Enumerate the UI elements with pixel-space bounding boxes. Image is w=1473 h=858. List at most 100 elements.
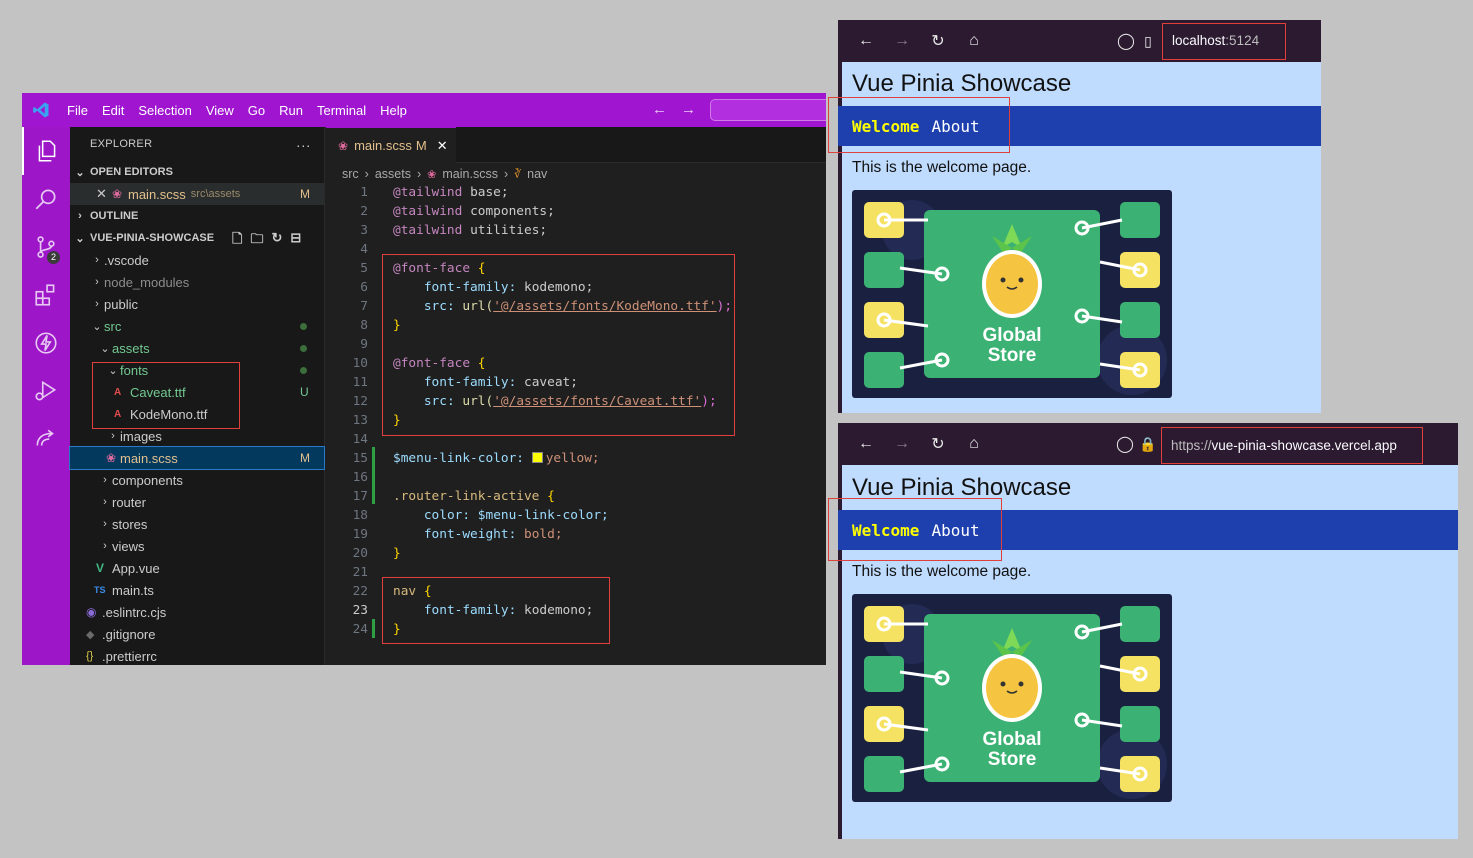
tree-item[interactable]: › stores: [70, 513, 324, 535]
url-host: vue-pinia-showcase.vercel.app: [1211, 437, 1397, 453]
menu-go[interactable]: Go: [241, 103, 272, 118]
tree-label: router: [112, 494, 146, 510]
nav-link-welcome[interactable]: Welcome: [852, 521, 919, 540]
tree-item[interactable]: › router: [70, 491, 324, 513]
breadcrumb-item[interactable]: assets: [375, 167, 411, 181]
code-token: color:: [423, 508, 471, 523]
code-line: font-weight: bold;: [393, 527, 563, 542]
chevron-right-icon: ›: [95, 276, 99, 288]
tree-item[interactable]: › .vscode: [70, 249, 324, 271]
close-icon[interactable]: ✕: [437, 138, 448, 154]
home-icon[interactable]: ⌂: [956, 435, 992, 453]
nav-link-welcome[interactable]: Welcome: [852, 117, 919, 136]
tree-item-selected[interactable]: ❀ main.scss M: [69, 446, 325, 470]
line-number: 13: [352, 413, 368, 428]
vscode-logo-icon: [22, 93, 60, 127]
code-token: nav: [393, 584, 417, 599]
tree-item[interactable]: ⌄ assets: [70, 337, 324, 359]
tree-item[interactable]: V App.vue: [70, 557, 324, 579]
home-icon[interactable]: ⌂: [956, 32, 992, 50]
hero-text: Global: [982, 729, 1042, 750]
code-token: font-family:: [423, 375, 517, 390]
lock-icon: 🔒: [1139, 435, 1157, 452]
nav-link-about[interactable]: About: [931, 521, 979, 540]
extensions-icon[interactable]: [22, 271, 70, 319]
url-bar[interactable]: https://vue-pinia-showcase.vercel.app: [1171, 425, 1397, 465]
tree-item[interactable]: TS main.ts: [70, 579, 324, 601]
forward-arrow-icon[interactable]: →: [681, 101, 696, 118]
source-control-icon[interactable]: 2: [22, 223, 70, 271]
window-edge: [838, 20, 842, 413]
tree-item[interactable]: › public: [70, 293, 324, 315]
line-number: 24: [352, 622, 368, 637]
back-arrow-icon[interactable]: ←: [652, 101, 667, 118]
tree-label: stores: [112, 516, 148, 532]
forward-arrow-icon[interactable]: →: [884, 435, 920, 453]
command-center[interactable]: [710, 99, 826, 121]
chevron-down-icon: ⌄: [75, 232, 85, 245]
tree-item[interactable]: A KodeMono.ttf: [70, 403, 324, 425]
tab-status: M: [415, 138, 427, 153]
reload-icon[interactable]: ↻: [920, 31, 956, 51]
git-added-bar: [372, 447, 375, 504]
code-line: }: [393, 318, 401, 333]
url-bar[interactable]: localhost:5124: [1172, 20, 1259, 60]
menu-edit[interactable]: Edit: [95, 103, 131, 118]
tree-label: .eslintrc.cjs: [102, 604, 167, 620]
line-number: 2: [360, 204, 368, 219]
line-number: 4: [360, 242, 368, 257]
tree-item[interactable]: ◉ .eslintrc.cjs: [70, 601, 324, 623]
project-section[interactable]: ⌄ VUE-PINIA-SHOWCASE 🗋 🗀 ↻ ⊟: [70, 227, 324, 249]
code-line: }: [393, 546, 401, 561]
tab-main-scss[interactable]: ❀ main.scss M ✕: [326, 127, 456, 163]
color-swatch[interactable]: [531, 452, 543, 463]
code-line: @tailwind utilities;: [393, 223, 547, 238]
back-arrow-icon[interactable]: ←: [848, 32, 884, 50]
lightning-icon[interactable]: [22, 319, 70, 367]
menu-view[interactable]: View: [199, 103, 241, 118]
code-token: @tailwind: [393, 185, 463, 200]
tree-item[interactable]: A Caveat.ttf U: [70, 381, 324, 403]
tree-label: images: [120, 428, 162, 444]
menu-help[interactable]: Help: [373, 103, 414, 118]
nav-link-about[interactable]: About: [931, 117, 979, 136]
tree-item[interactable]: {} .prettierrc: [70, 645, 324, 665]
tree-item[interactable]: › node_modules: [70, 271, 324, 293]
run-debug-icon[interactable]: [22, 367, 70, 415]
breadcrumb-item[interactable]: src: [342, 167, 359, 181]
remote-icon[interactable]: [22, 415, 70, 463]
tree-label: public: [104, 296, 138, 312]
close-icon[interactable]: ✕: [96, 186, 112, 202]
tree-item[interactable]: › components: [70, 469, 324, 491]
code-token: }: [393, 413, 401, 428]
forward-arrow-icon[interactable]: →: [884, 32, 920, 50]
typescript-file-icon: TS: [94, 585, 106, 595]
reload-icon[interactable]: ↻: [920, 434, 956, 454]
tree-item[interactable]: ◆ .gitignore: [70, 623, 324, 645]
line-number: 7: [360, 299, 368, 314]
breadcrumb-item[interactable]: nav: [527, 167, 547, 181]
menu-file[interactable]: File: [60, 103, 95, 118]
tree-item[interactable]: ⌄ fonts: [70, 359, 324, 381]
tree-item[interactable]: › images: [70, 425, 324, 447]
outline-section[interactable]: › OUTLINE: [70, 205, 324, 227]
breadcrumb-item[interactable]: main.scss: [442, 167, 498, 181]
menu-run[interactable]: Run: [272, 103, 310, 118]
chevron-right-icon: ›: [95, 254, 99, 266]
search-icon[interactable]: [22, 175, 70, 223]
more-actions-icon[interactable]: ···: [296, 137, 311, 153]
chevron-right-icon: ›: [364, 167, 369, 181]
back-arrow-icon[interactable]: ←: [848, 435, 884, 453]
menu-terminal[interactable]: Terminal: [310, 103, 373, 118]
tree-item[interactable]: ⌄ src: [70, 315, 324, 337]
tree-item[interactable]: › views: [70, 535, 324, 557]
open-editors-section[interactable]: ⌄ OPEN EDITORS: [70, 161, 324, 183]
tree-label: KodeMono.ttf: [130, 406, 208, 422]
menu-selection[interactable]: Selection: [131, 103, 198, 118]
explorer-icon[interactable]: [22, 127, 70, 175]
chevron-down-icon: ⌄: [100, 342, 110, 355]
open-editor-item[interactable]: ✕ ❀ main.scss src\assets M: [70, 183, 324, 205]
code-token: {: [423, 584, 432, 599]
code-line: src: url('@/assets/fonts/Caveat.ttf');: [393, 394, 717, 409]
code-token: url(: [462, 299, 494, 314]
